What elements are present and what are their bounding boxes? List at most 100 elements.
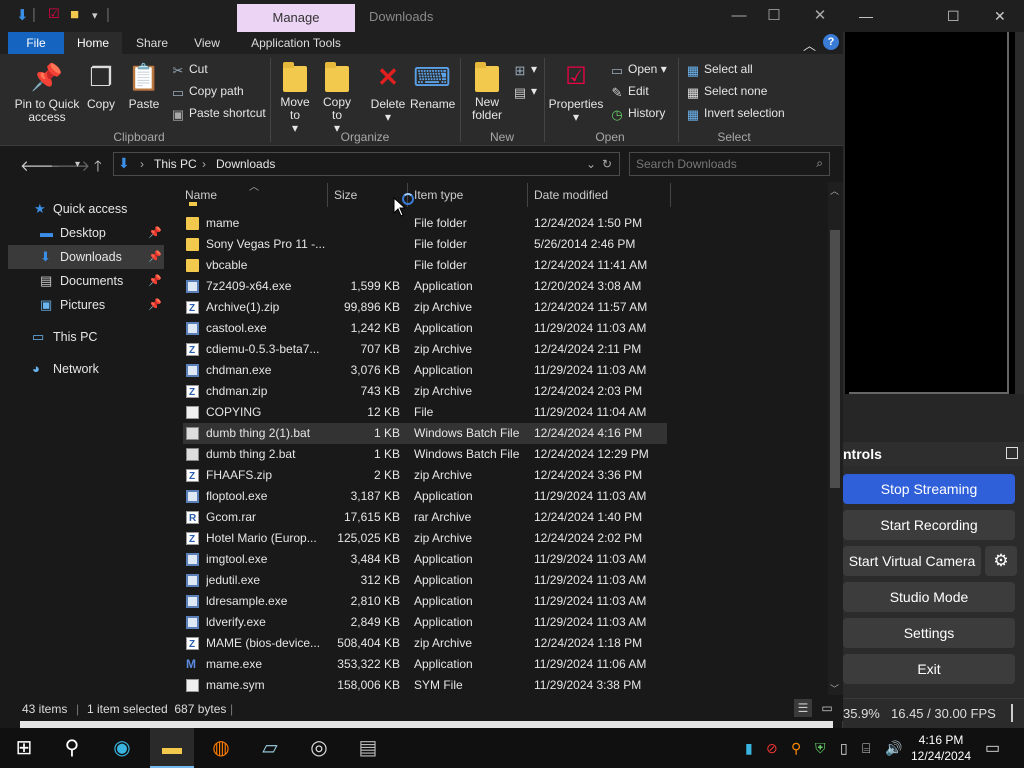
battery-icon[interactable]: ▯: [840, 740, 848, 757]
tab-application-tools[interactable]: Application Tools: [242, 32, 350, 54]
select-none-button[interactable]: ▦ Select none: [685, 84, 768, 100]
obs-close-icon[interactable]: ✕: [994, 8, 1006, 25]
pin-icon[interactable]: 📌: [148, 269, 162, 293]
manage-tab[interactable]: Manage: [237, 4, 355, 32]
nav-quick-access[interactable]: ★ Quick access: [8, 197, 164, 221]
paste-shortcut-button[interactable]: ▣ Paste shortcut: [170, 106, 266, 122]
tab-view[interactable]: View: [184, 32, 230, 54]
paste-button[interactable]: 📋 Paste: [124, 62, 164, 111]
nav-network[interactable]: ◕ Network: [8, 357, 164, 381]
open-button[interactable]: ▭ Open ▾: [609, 62, 667, 78]
stop-streaming-button[interactable]: Stop Streaming: [843, 474, 1015, 504]
tray-app-icon[interactable]: ▮: [745, 740, 753, 757]
volume-icon[interactable]: 🔊: [885, 740, 902, 757]
horizontal-scrollbar[interactable]: [20, 721, 833, 728]
tab-home[interactable]: Home: [64, 32, 122, 54]
close-icon[interactable]: ✕: [797, 4, 843, 28]
tab-share[interactable]: Share: [128, 32, 176, 54]
exit-button[interactable]: Exit: [843, 654, 1015, 684]
resize-grip[interactable]: [1011, 704, 1013, 722]
recording-status-icon[interactable]: ⊘: [766, 740, 778, 757]
search-input[interactable]: [636, 156, 806, 172]
file-row[interactable]: COPYING 12 KB File 11/29/2024 11:04 AM: [183, 402, 667, 423]
file-row[interactable]: 7z2409-x64.exe 1,599 KB Application 12/20/2…: [183, 276, 667, 297]
file-row[interactable]: ldresample.exe 2,810 KB Application 11/29/2…: [183, 591, 667, 612]
scroll-down-arrow-icon[interactable]: ﹀: [830, 682, 839, 695]
breadcrumb-downloads[interactable]: Downloads: [216, 157, 275, 171]
maximize-icon[interactable]: ☐: [751, 4, 797, 28]
copy-path-button[interactable]: ▭ Copy path: [170, 84, 244, 100]
file-row[interactable]: Sony Vegas Pro 11 -... File folder 5/26/20…: [183, 234, 667, 255]
tray-search-icon[interactable]: ⚲: [791, 740, 801, 757]
start-windows-icon[interactable]: ⊞: [2, 728, 46, 768]
column-separator[interactable]: [527, 183, 528, 207]
new-item-button[interactable]: ⊞ ▾: [512, 62, 537, 78]
properties-button[interactable]: ☑ Properties ▾: [548, 62, 604, 124]
start-recording-button[interactable]: Start Recording: [843, 510, 1015, 540]
notepad-icon[interactable]: ▱: [248, 728, 292, 768]
network-icon[interactable]: ⌸: [862, 740, 870, 757]
column-header-date-modified[interactable]: Date modified: [534, 188, 608, 202]
collapse-ribbon-icon[interactable]: ︿: [803, 35, 816, 54]
properties-icon[interactable]: ☑: [48, 6, 60, 22]
copy-to-button[interactable]: Copy to ▾: [320, 62, 354, 135]
security-shield-icon[interactable]: ⛨: [815, 740, 826, 757]
file-row[interactable]: Hotel Mario (Europ... 125,025 KB zip Archi…: [183, 528, 667, 550]
file-row[interactable]: mame.sym 158,006 KB SYM File 11/29/2024 3:3…: [183, 675, 667, 695]
down-arrow-icon[interactable]: ⬇: [16, 6, 29, 24]
nav-downloads[interactable]: ⬇ Downloads 📌: [8, 245, 164, 269]
up-arrow-icon[interactable]: 🡑: [94, 156, 102, 181]
nav-documents[interactable]: ▤ Documents 📌: [8, 269, 164, 293]
scroll-up-arrow-icon[interactable]: ︿: [830, 184, 839, 197]
new-folder-button[interactable]: New folder: [466, 62, 508, 122]
start-virtual-camera-button[interactable]: Start Virtual Camera: [843, 546, 981, 576]
file-row[interactable]: chdman.exe 3,076 KB Application 11/29/2024 …: [183, 360, 667, 381]
search-box[interactable]: ⌕: [629, 152, 830, 176]
file-row[interactable]: MAME (bios-device... 508,404 KB zip Archiv…: [183, 633, 667, 655]
undock-icon[interactable]: [1006, 447, 1018, 459]
file-row[interactable]: floptool.exe 3,187 KB Application 11/29/202…: [183, 486, 667, 507]
file-row[interactable]: dumb thing 2.bat 1 KB Windows Batch File 12…: [183, 444, 667, 465]
file-row[interactable]: mame.exe 353,322 KB Application 11/29/2024 …: [183, 654, 667, 675]
file-row[interactable]: castool.exe 1,242 KB Application 11/29/2024…: [183, 318, 667, 339]
obs-preview[interactable]: [845, 32, 1015, 394]
file-row[interactable]: dumb thing 2(1).bat 1 KB Windows Batch Fil…: [183, 423, 667, 444]
column-header-item-type[interactable]: Item type: [414, 188, 463, 202]
edit-button[interactable]: ✎ Edit: [609, 84, 649, 100]
select-all-button[interactable]: ▦ Select all: [685, 62, 753, 78]
address-dropdown-chevron-icon[interactable]: ⌄: [586, 157, 596, 171]
file-row[interactable]: vbcable File folder 12/24/2024 11:41 AM: [183, 255, 667, 276]
file-row[interactable]: FHAAFS.zip 2 KB zip Archive 12/24/2024 3:36…: [183, 465, 667, 487]
search-icon[interactable]: ⌕: [816, 156, 823, 171]
virtual-camera-settings-gear-icon[interactable]: ⚙: [985, 546, 1017, 576]
nav-desktop[interactable]: ▬ Desktop 📌: [8, 221, 164, 245]
tab-file[interactable]: File: [8, 32, 64, 54]
breadcrumb-this-pc[interactable]: This PC: [154, 157, 197, 171]
file-row[interactable]: mame File folder 12/24/2024 1:50 PM: [183, 213, 667, 234]
details-view-icon[interactable]: ☰: [794, 699, 812, 717]
pin-icon[interactable]: 📌: [148, 221, 162, 245]
scrollbar-thumb[interactable]: [830, 230, 840, 488]
obs-studio-icon[interactable]: ◎: [297, 728, 341, 768]
pin-to-quick-access-button[interactable]: 📌 Pin to Quick access: [12, 62, 82, 124]
file-row[interactable]: Archive(1).zip 99,896 KB zip Archive 12/24/…: [183, 297, 667, 319]
rename-button[interactable]: ⌨ Rename: [410, 62, 455, 111]
search-icon[interactable]: ⚲: [50, 728, 94, 768]
address-bar[interactable]: ⬇ › This PC › Downloads ⌄ ↻: [113, 152, 620, 176]
file-row[interactable]: jedutil.exe 312 KB Application 11/29/2024 1…: [183, 570, 667, 591]
studio-mode-button[interactable]: Studio Mode: [843, 582, 1015, 612]
column-separator[interactable]: [327, 183, 328, 207]
file-explorer-icon[interactable]: ▬: [150, 728, 194, 768]
vertical-scrollbar[interactable]: ︿ ﹀: [828, 182, 843, 695]
refresh-icon[interactable]: ↻: [602, 157, 612, 171]
obs-minimize-icon[interactable]: —: [859, 8, 873, 24]
delete-button[interactable]: ✕ Delete ▾: [368, 62, 408, 124]
app-window-icon[interactable]: ▤: [346, 728, 390, 768]
obs-maximize-icon[interactable]: ☐: [947, 8, 960, 25]
file-row[interactable]: cdiemu-0.5.3-beta7... 707 KB zip Archive 12…: [183, 339, 667, 361]
forward-arrow-icon[interactable]: 🡒: [50, 156, 90, 175]
file-row[interactable]: Gcom.rar 17,615 KB rar Archive 12/24/2024 1…: [183, 507, 667, 529]
cut-button[interactable]: ✂ Cut: [170, 62, 208, 78]
qat-dropdown-icon[interactable]: ▾: [92, 9, 98, 22]
file-row[interactable]: imgtool.exe 3,484 KB Application 11/29/2024…: [183, 549, 667, 570]
